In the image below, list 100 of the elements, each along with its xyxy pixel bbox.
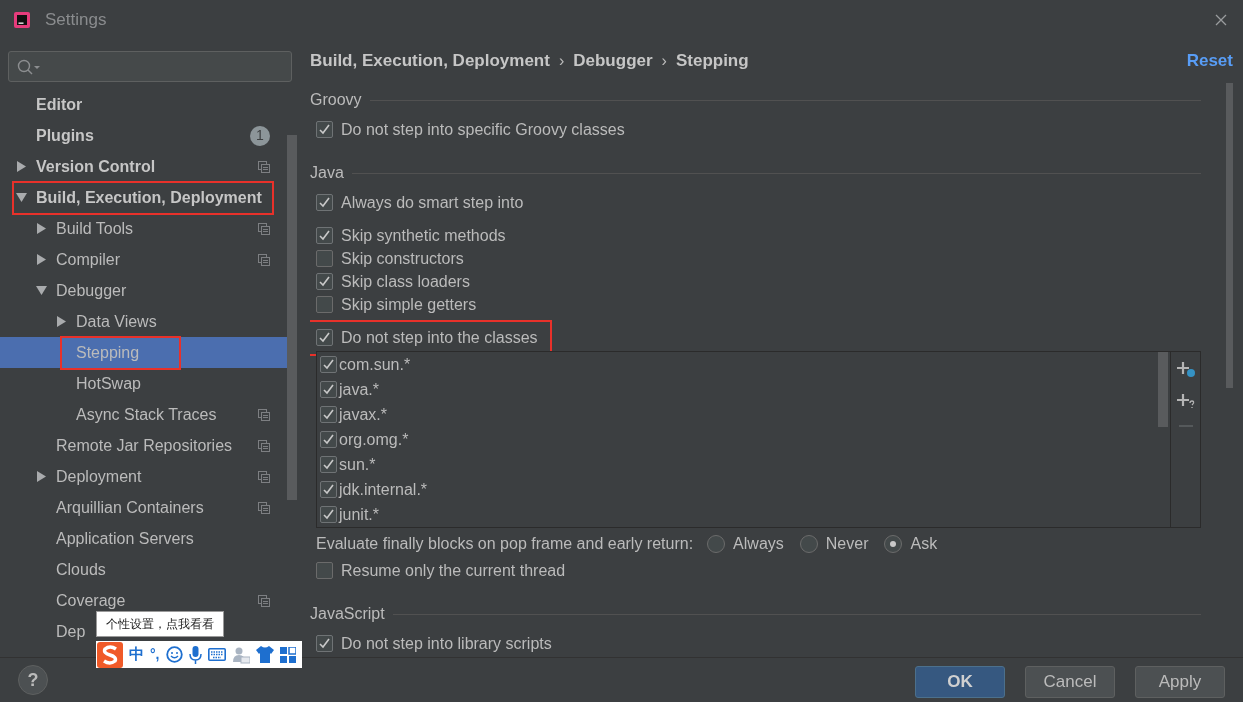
checkbox[interactable] <box>316 635 333 652</box>
sidebar-label: Async Stack Traces <box>76 404 217 425</box>
sidebar-label: Deployment <box>56 466 142 487</box>
collapsed-arrow-icon[interactable] <box>36 471 47 482</box>
sidebar-item[interactable]: Version Control <box>0 151 290 182</box>
checkbox-label: Do not step into library scripts <box>341 633 552 654</box>
class-pattern: sun.* <box>339 454 376 475</box>
checkbox[interactable] <box>316 296 333 313</box>
copy-icon <box>258 439 270 452</box>
radio-label: Always <box>733 534 784 554</box>
sidebar-label: Debugger <box>56 280 127 301</box>
checkbox-label: Skip class loaders <box>341 271 470 292</box>
reset-link[interactable]: Reset <box>1186 48 1233 74</box>
checkbox-label: Skip synthetic methods <box>341 225 506 246</box>
scrollbar[interactable] <box>1226 83 1233 388</box>
count-badge: 1 <box>250 125 270 146</box>
radio-label: Never <box>825 534 869 554</box>
checkbox[interactable] <box>316 273 333 290</box>
sidebar-item[interactable]: Arquillian Containers <box>0 492 290 523</box>
checkbox-label: Skip simple getters <box>341 294 477 315</box>
collapsed-arrow-icon[interactable] <box>56 316 67 327</box>
sidebar-item[interactable]: Data Views <box>0 306 290 337</box>
checkbox[interactable] <box>320 456 337 473</box>
checkbox[interactable] <box>320 381 337 398</box>
sidebar-item[interactable]: Debugger <box>0 275 290 306</box>
collapsed-arrow-icon[interactable] <box>36 254 47 265</box>
checkbox[interactable] <box>316 250 333 267</box>
option-label: Evaluate finally blocks on pop frame and early return: <box>316 534 694 554</box>
radio-button[interactable] <box>707 535 726 553</box>
window-title: Settings <box>45 9 107 32</box>
dialog-button[interactable]: Cancel <box>1025 666 1115 698</box>
checkbox-label: Skip constructors <box>341 248 464 269</box>
search-field[interactable] <box>8 51 292 82</box>
add-class-icon[interactable] <box>1175 360 1196 378</box>
ime-logo-icon[interactable] <box>97 641 123 668</box>
checkbox[interactable] <box>316 562 333 579</box>
sidebar-label: Build Tools <box>56 218 134 239</box>
input-mode-toggle[interactable]: 中 <box>129 643 144 666</box>
keyboard-icon[interactable] <box>207 648 226 661</box>
sidebar-item[interactable]: Build Tools <box>0 213 290 244</box>
sidebar-item[interactable]: Clouds <box>0 554 290 585</box>
sidebar-item[interactable]: Async Stack Traces <box>0 399 290 430</box>
dialog-button[interactable]: Apply <box>1135 666 1225 698</box>
scrollbar[interactable] <box>1158 352 1168 427</box>
checkbox[interactable] <box>320 406 337 423</box>
collapsed-arrow-icon[interactable] <box>36 223 47 234</box>
sidebar-label: Version Control <box>36 156 156 177</box>
checkbox-label: Always do smart step into <box>341 192 524 213</box>
checkbox[interactable] <box>320 506 337 523</box>
sidebar-label: Compiler <box>56 249 120 270</box>
sidebar-item[interactable]: Plugins 1 <box>0 120 290 151</box>
class-pattern: javax.* <box>339 404 388 425</box>
sidebar-item[interactable]: HotSwap <box>0 368 290 399</box>
section-title: Java <box>310 163 344 183</box>
microphone-icon[interactable] <box>188 645 202 664</box>
checkbox-label: Do not step into the classes <box>341 327 538 348</box>
copy-icon <box>258 501 270 514</box>
class-pattern: com.sun.* <box>339 354 411 375</box>
ok-button[interactable]: OK <box>915 666 1005 698</box>
section-title: JavaScript <box>310 604 385 624</box>
sidebar-item[interactable]: Deployment <box>0 461 290 492</box>
collapsed-arrow-icon[interactable] <box>16 161 27 172</box>
sidebar-label: Data Views <box>76 311 157 332</box>
sidebar-item[interactable]: Editor <box>0 89 290 120</box>
add-pattern-icon[interactable] <box>1175 392 1196 410</box>
checkbox[interactable] <box>316 329 333 346</box>
breadcrumb-separator: › <box>661 51 667 71</box>
smiley-icon[interactable] <box>165 646 183 663</box>
class-pattern: jdk.internal.* <box>339 479 428 500</box>
checkbox[interactable] <box>316 227 333 244</box>
ime-tooltip: 个性设置，点我看看 <box>96 611 224 637</box>
app-logo-icon <box>14 12 30 28</box>
radio-button[interactable] <box>884 535 903 553</box>
breadcrumb-item: Build, Execution, Deployment <box>310 50 550 73</box>
grid-icon[interactable] <box>279 646 296 663</box>
sidebar-item[interactable]: Remote Jar Repositories <box>0 430 290 461</box>
sidebar-item[interactable]: Application Servers <box>0 523 290 554</box>
sidebar-label: Clouds <box>56 559 106 580</box>
copy-icon <box>258 408 270 421</box>
radio-button[interactable] <box>799 535 818 553</box>
shirt-icon[interactable] <box>255 646 274 663</box>
checkbox[interactable] <box>316 194 333 211</box>
expanded-arrow-icon[interactable] <box>36 285 47 296</box>
sidebar-item[interactable]: Compiler <box>0 244 290 275</box>
checkbox[interactable] <box>320 481 337 498</box>
sidebar-label: Remote Jar Repositories <box>56 435 233 456</box>
punctuation-toggle[interactable]: °, <box>150 644 160 665</box>
scrollbar[interactable] <box>287 135 297 500</box>
expanded-arrow-icon[interactable] <box>16 192 27 203</box>
help-button[interactable]: ? <box>18 665 48 695</box>
breadcrumb-separator: › <box>558 51 565 71</box>
sidebar-label: Stepping <box>62 337 180 368</box>
copy-icon <box>258 160 270 173</box>
checkbox[interactable] <box>320 431 337 448</box>
sidebar-label: HotSwap <box>76 373 141 394</box>
checkbox[interactable] <box>316 121 333 138</box>
checkbox[interactable] <box>320 356 337 373</box>
copy-icon <box>258 594 270 607</box>
sidebar-label: Editor <box>36 94 83 115</box>
close-icon[interactable] <box>1215 14 1227 26</box>
